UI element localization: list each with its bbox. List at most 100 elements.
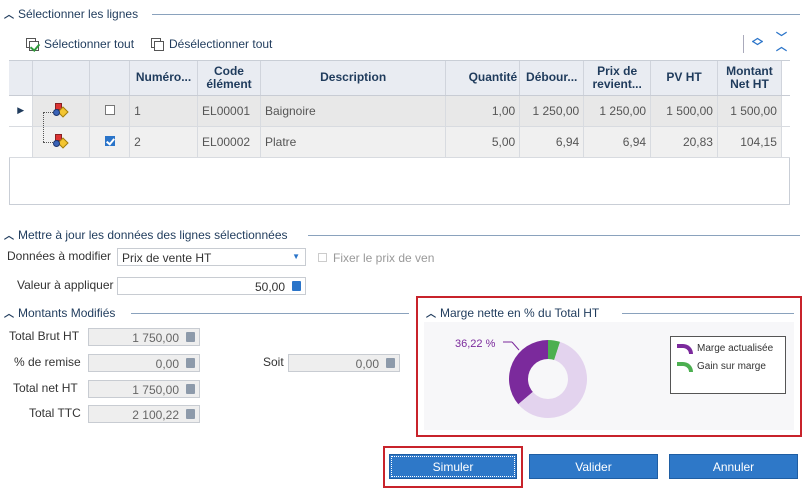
deselect-all-icon (151, 37, 165, 51)
amounts-title: Montants Modifiés (18, 305, 116, 320)
collapse-all-icon[interactable]: ︿ ﹀ (752, 33, 763, 53)
select-lines-header[interactable]: ︿ Sélectionner les lignes (4, 6, 139, 22)
cell-numero: 2 (129, 126, 199, 158)
col-quantite[interactable]: Quantité (445, 61, 521, 96)
donut-hole (528, 359, 568, 399)
row-indicator (9, 126, 34, 158)
row-filler (781, 126, 790, 158)
total-brut-label: Total Brut HT (9, 329, 80, 343)
value-to-apply-label: Valeur à appliquer (17, 278, 114, 292)
tree-line (43, 141, 54, 143)
check-cell[interactable] (89, 95, 131, 127)
remise-label: % de remise (14, 355, 81, 369)
update-header[interactable]: ︿ Mettre à jour les données des lignes s… (4, 227, 288, 243)
select-all-label: Sélectionner tout (44, 37, 135, 51)
cancel-button[interactable]: Annuler (669, 454, 798, 479)
soit-label: Soit (263, 355, 284, 369)
total-brut-field: 1 750,00 (88, 328, 200, 346)
header-filler (781, 61, 790, 96)
amounts-header[interactable]: ︿ Montants Modifiés (4, 305, 116, 321)
col-description[interactable]: Description (260, 61, 447, 96)
cell-quantite: 5,00 (445, 126, 521, 158)
table-header: Numéro... Code élément Description Quant… (9, 61, 790, 96)
total-net-field: 1 750,00 (88, 380, 200, 398)
validate-button[interactable]: Valider (529, 454, 658, 479)
col-pv-ht[interactable]: PV HT (650, 61, 718, 96)
cell-description: Baignoire (260, 95, 447, 127)
calculator-icon (186, 384, 195, 394)
table-row[interactable]: ▶ 1 EL00001 Baignoire 1,00 1 250,00 1 25… (9, 95, 790, 128)
cell-description: Platre (260, 126, 447, 158)
element-type-icon (53, 133, 70, 149)
calculator-icon (186, 332, 195, 342)
field-to-modify-value: Prix de vente HT (122, 251, 212, 265)
total-ttc-field: 2 100,22 (88, 405, 200, 423)
lines-table: Numéro... Code élément Description Quant… (9, 61, 790, 158)
col-debours[interactable]: Débour... (519, 61, 585, 96)
fix-price-checkbox[interactable] (318, 253, 327, 262)
tree-line (43, 126, 45, 142)
row-filler (781, 95, 790, 127)
calculator-icon (186, 358, 195, 368)
soit-field: 0,00 (288, 354, 400, 372)
cell-code: EL00002 (197, 126, 261, 158)
cell-code: EL00001 (197, 95, 261, 127)
check-cell[interactable] (89, 126, 131, 158)
col-numero[interactable]: Numéro... (129, 61, 199, 96)
field-to-modify-label: Données à modifier (7, 249, 112, 263)
cell-pv-ht: 1 500,00 (650, 95, 718, 127)
section-divider (131, 313, 409, 314)
chevron-up-icon[interactable]: ︿ (4, 6, 14, 21)
chart-header[interactable]: ︿ Marge nette en % du Total HT (426, 305, 600, 321)
value-to-apply-input[interactable]: 50,00 (117, 277, 306, 295)
col-montant[interactable]: Montant Net HT (717, 61, 782, 96)
legend-swatch-icon (677, 343, 693, 354)
toolbar-separator (743, 35, 744, 53)
simulate-button[interactable]: Simuler (389, 454, 517, 479)
deselect-all-button[interactable]: Désélectionner tout (151, 37, 272, 51)
table-row[interactable]: 2 EL00002 Platre 5,00 6,94 6,94 20,83 10… (9, 126, 790, 158)
cell-debours: 1 250,00 (519, 95, 585, 127)
element-type-icon (53, 102, 70, 118)
chevron-down-icon: ▼ (292, 252, 300, 261)
cell-prix-revient: 1 250,00 (583, 95, 652, 127)
expand-all-icon[interactable]: ﹀ ︿ (776, 33, 787, 53)
chart-title: Marge nette en % du Total HT (440, 305, 600, 320)
chevron-up-icon[interactable]: ︿ (4, 227, 14, 242)
section-divider (308, 235, 800, 236)
soit-value: 0,00 (355, 357, 379, 371)
tree-cell (32, 126, 91, 158)
remise-value: 0,00 (155, 357, 179, 371)
select-all-icon (26, 37, 40, 51)
tree-cell (32, 95, 91, 128)
row-checkbox[interactable] (104, 104, 115, 115)
row-checkbox[interactable] (104, 135, 115, 146)
cell-montant: 104,15 (717, 126, 782, 158)
calculator-icon (386, 358, 395, 368)
cell-debours: 6,94 (519, 126, 585, 158)
cell-quantite: 1,00 (445, 95, 521, 127)
section-divider (152, 14, 800, 15)
row-indicator: ▶ (9, 95, 34, 127)
calculator-icon[interactable] (292, 281, 301, 291)
deselect-all-label: Désélectionner tout (169, 37, 273, 51)
header-check (89, 61, 131, 96)
remise-field: 0,00 (88, 354, 200, 372)
chevron-up-icon[interactable]: ︿ (4, 305, 14, 320)
cell-numero: 1 (129, 95, 199, 127)
select-all-button[interactable]: Sélectionner tout (26, 37, 134, 51)
total-net-value: 1 750,00 (132, 383, 179, 397)
section-divider (622, 313, 794, 314)
legend-item: Gain sur marge (677, 361, 766, 372)
total-net-label: Total net HT (13, 381, 78, 395)
col-prix-revient[interactable]: Prix de revient... (583, 61, 652, 96)
header-tree (32, 61, 91, 96)
data-label-leader (511, 341, 520, 351)
cell-pv-ht: 20,83 (650, 126, 718, 158)
update-title: Mettre à jour les données des lignes sél… (18, 227, 288, 242)
col-code[interactable]: Code élément (197, 61, 261, 96)
select-lines-title: Sélectionner les lignes (18, 6, 139, 21)
field-to-modify-select[interactable]: Prix de vente HT ▼ (117, 248, 306, 266)
chevron-up-icon[interactable]: ︿ (426, 305, 436, 320)
tree-line (43, 111, 54, 113)
